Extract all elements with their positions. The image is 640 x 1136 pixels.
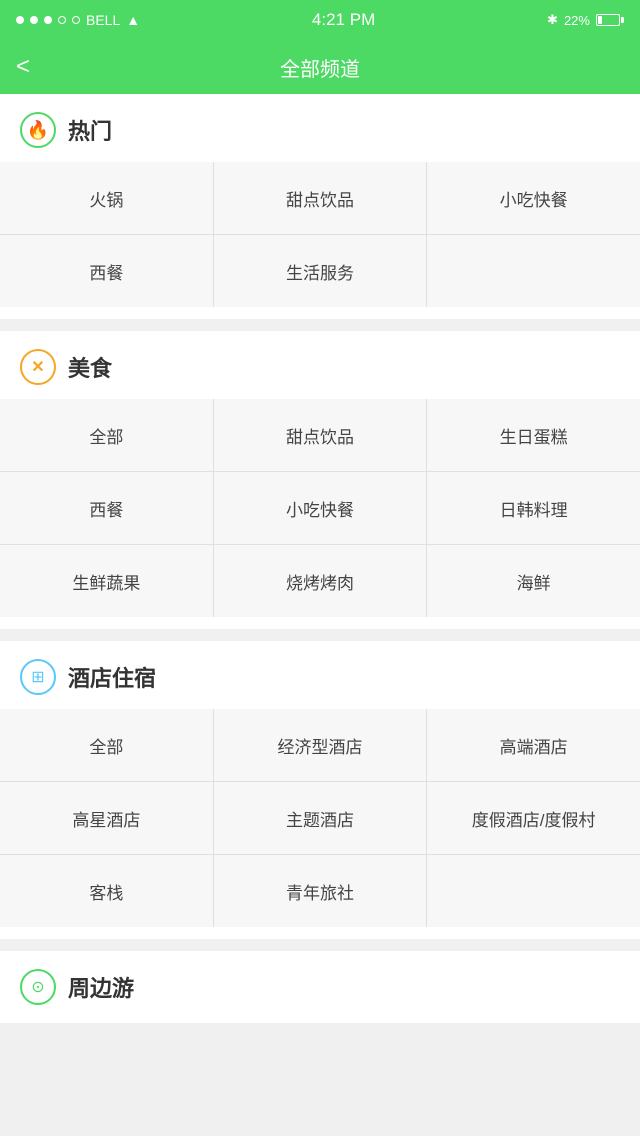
grid-item-food-1[interactable]: 甜点饮品: [214, 399, 427, 471]
section-header-hotel: ⊞ 酒店住宿: [0, 641, 640, 709]
grid-item-food-5[interactable]: 日韩料理: [427, 472, 640, 544]
grid-item-food-2[interactable]: 生日蛋糕: [427, 399, 640, 471]
section-title-hotel: 酒店住宿: [68, 661, 156, 693]
section-icon-nearby: ⊙: [20, 969, 56, 1005]
grid-item-food-4[interactable]: 小吃快餐: [214, 472, 427, 544]
section-header-food: ✕ 美食: [0, 331, 640, 399]
grid-food: 全部甜点饮品生日蛋糕西餐小吃快餐日韩料理生鲜蔬果烧烤烤肉海鲜: [0, 399, 640, 617]
grid-item-hotel-6[interactable]: 客栈: [0, 855, 213, 927]
section-header-nearby: ⊙ 周边游: [0, 951, 640, 1019]
signal-dot-1: [16, 16, 24, 24]
bluetooth-icon: ✱: [547, 12, 558, 28]
section-food: ✕ 美食全部甜点饮品生日蛋糕西餐小吃快餐日韩料理生鲜蔬果烧烤烤肉海鲜: [0, 331, 640, 629]
grid-item-empty-hot-0: [427, 235, 640, 307]
grid-item-empty-hotel-0: [427, 855, 640, 927]
section-hot: 🔥 热门火锅甜点饮品小吃快餐西餐生活服务: [0, 94, 640, 319]
status-bar: BELL ▲ 4:21 PM ✱ 22%: [0, 0, 640, 40]
section-icon-hot: 🔥: [20, 112, 56, 148]
signal-dot-3: [44, 16, 52, 24]
grid-hotel: 全部经济型酒店高端酒店高星酒店主题酒店度假酒店/度假村客栈青年旅社: [0, 709, 640, 927]
grid-item-food-7[interactable]: 烧烤烤肉: [214, 545, 427, 617]
back-button[interactable]: <: [16, 53, 30, 81]
battery-percentage: 22%: [564, 13, 590, 28]
content-area: 🔥热门火锅甜点饮品小吃快餐西餐生活服务✕美食全部甜点饮品生日蛋糕西餐小吃快餐日韩…: [0, 94, 640, 1023]
grid-item-food-8[interactable]: 海鲜: [427, 545, 640, 617]
status-bar-left: BELL ▲: [16, 12, 140, 28]
grid-item-hotel-4[interactable]: 主题酒店: [214, 782, 427, 854]
grid-item-food-0[interactable]: 全部: [0, 399, 213, 471]
grid-item-hotel-2[interactable]: 高端酒店: [427, 709, 640, 781]
section-icon-hotel: ⊞: [20, 659, 56, 695]
grid-item-hotel-1[interactable]: 经济型酒店: [214, 709, 427, 781]
section-title-food: 美食: [68, 351, 112, 383]
section-nearby: ⊙ 周边游: [0, 951, 640, 1023]
section-title-hot: 热门: [68, 114, 112, 146]
grid-item-hotel-5[interactable]: 度假酒店/度假村: [427, 782, 640, 854]
grid-item-hotel-7[interactable]: 青年旅社: [214, 855, 427, 927]
battery-icon: [596, 14, 624, 26]
section-header-hot: 🔥 热门: [0, 94, 640, 162]
carrier-label: BELL: [86, 12, 120, 28]
wifi-icon: ▲: [126, 12, 140, 28]
section-icon-food: ✕: [20, 349, 56, 385]
signal-dot-4: [58, 16, 66, 24]
nav-title: 全部频道: [280, 53, 360, 82]
grid-hot: 火锅甜点饮品小吃快餐西餐生活服务: [0, 162, 640, 307]
grid-item-hotel-0[interactable]: 全部: [0, 709, 213, 781]
grid-item-hot-2[interactable]: 小吃快餐: [427, 162, 640, 234]
status-time: 4:21 PM: [312, 10, 375, 30]
section-title-nearby: 周边游: [68, 971, 134, 1003]
signal-dot-2: [30, 16, 38, 24]
status-bar-right: ✱ 22%: [547, 12, 624, 28]
grid-item-food-3[interactable]: 西餐: [0, 472, 213, 544]
signal-dot-5: [72, 16, 80, 24]
nav-bar: < 全部频道: [0, 40, 640, 94]
grid-item-hot-3[interactable]: 西餐: [0, 235, 213, 307]
section-hotel: ⊞ 酒店住宿全部经济型酒店高端酒店高星酒店主题酒店度假酒店/度假村客栈青年旅社: [0, 641, 640, 939]
grid-item-food-6[interactable]: 生鲜蔬果: [0, 545, 213, 617]
grid-item-hotel-3[interactable]: 高星酒店: [0, 782, 213, 854]
grid-item-hot-1[interactable]: 甜点饮品: [214, 162, 427, 234]
grid-item-hot-4[interactable]: 生活服务: [214, 235, 427, 307]
grid-item-hot-0[interactable]: 火锅: [0, 162, 213, 234]
